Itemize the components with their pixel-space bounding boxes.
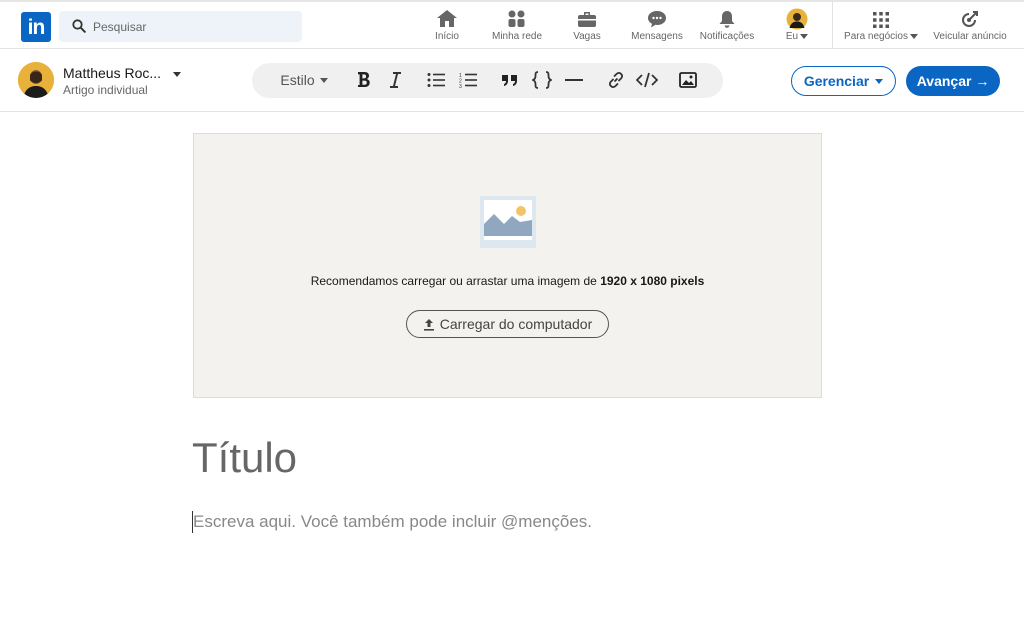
me-avatar <box>786 8 808 30</box>
cover-image-dropzone[interactable]: Recomendamos carregar ou arrastar uma im… <box>193 133 822 398</box>
author-subtitle: Artigo individual <box>63 83 148 97</box>
search-icon <box>72 19 86 33</box>
numbered-list-button[interactable]: 123 <box>456 69 480 91</box>
upload-label: Carregar do computador <box>439 316 593 332</box>
chevron-down-icon <box>319 77 328 83</box>
horizontal-rule-icon <box>565 79 583 81</box>
author-avatar-image <box>18 62 54 98</box>
manage-button[interactable]: Gerenciar <box>791 66 896 96</box>
nav-label: Mensagens <box>631 31 683 42</box>
nav-item-business[interactable]: Para negócios <box>841 2 921 49</box>
bold-icon <box>358 72 370 87</box>
article-title-input[interactable]: Título <box>192 434 297 482</box>
quote-button[interactable] <box>498 69 522 91</box>
nav-item-messaging[interactable]: Mensagens <box>628 2 686 49</box>
search-placeholder: Pesquisar <box>93 20 147 34</box>
global-nav: in Pesquisar Início Minha rede Vagas Men… <box>0 0 1024 49</box>
bulleted-list-icon <box>427 73 445 87</box>
editor-toolbar: Mattheus Roc... Artigo individual Estilo… <box>0 49 1024 112</box>
nav-item-advertise[interactable]: Veicular anúncio <box>928 2 1012 49</box>
nav-item-home[interactable]: Início <box>424 2 470 49</box>
cover-text-prefix: Recomendamos carregar ou arrastar uma im… <box>310 274 601 288</box>
grid-icon <box>873 12 889 28</box>
nav-divider <box>832 2 833 49</box>
chevron-down-icon <box>800 33 809 39</box>
nav-label: Notificações <box>699 31 755 42</box>
search-input[interactable]: Pesquisar <box>59 11 302 42</box>
nav-item-network[interactable]: Minha rede <box>488 2 546 49</box>
embed-button[interactable] <box>634 69 660 91</box>
link-button[interactable] <box>604 69 628 91</box>
style-dropdown[interactable]: Estilo <box>278 69 330 91</box>
chevron-down-icon <box>909 33 918 39</box>
image-button[interactable] <box>676 69 700 91</box>
link-icon <box>608 71 624 89</box>
linkedin-logo[interactable]: in <box>21 12 51 42</box>
bell-icon <box>719 11 735 28</box>
nav-item-me[interactable]: Eu <box>780 2 814 49</box>
bulleted-list-button[interactable] <box>424 69 448 91</box>
divider-button[interactable] <box>562 69 586 91</box>
nav-label: Minha rede <box>491 31 543 42</box>
chevron-down-icon <box>173 71 182 77</box>
briefcase-icon <box>578 12 596 27</box>
messaging-icon <box>648 11 666 28</box>
chevron-down-icon <box>875 78 884 84</box>
nav-label: Eu <box>780 31 814 42</box>
svg-text:3: 3 <box>459 84 462 88</box>
italic-button[interactable] <box>383 69 407 91</box>
next-label: Avançar → <box>916 73 990 89</box>
cover-text-size: 1920 x 1080 pixels <box>600 274 705 288</box>
advertise-icon <box>962 11 978 27</box>
nav-label: Para negócios <box>841 31 921 42</box>
bold-button[interactable] <box>352 69 376 91</box>
nav-item-jobs[interactable]: Vagas <box>566 2 608 49</box>
cover-recommendation: Recomendamos carregar ou arrastar uma im… <box>194 274 821 288</box>
home-icon <box>437 10 457 27</box>
numbered-list-icon: 123 <box>459 73 477 88</box>
image-placeholder-icon <box>480 196 536 248</box>
nav-label: Veicular anúncio <box>933 31 1007 42</box>
text-cursor <box>192 511 193 533</box>
network-icon <box>508 10 525 27</box>
author-name: Mattheus Roc... <box>63 65 162 81</box>
next-button[interactable]: Avançar → <box>906 66 1000 96</box>
quote-icon <box>502 75 517 86</box>
author-selector[interactable]: Mattheus Roc... <box>63 65 182 81</box>
upload-icon <box>423 318 434 331</box>
nav-item-notifications[interactable]: Notificações <box>696 2 758 49</box>
curly-braces-icon <box>532 71 552 89</box>
nav-label: Vagas <box>573 31 601 42</box>
article-body-input[interactable]: Escreva aqui. Você também pode incluir @… <box>193 512 592 532</box>
formatting-toolbar: Estilo 123 <box>252 63 723 98</box>
italic-icon <box>390 72 401 88</box>
upload-from-computer-button[interactable]: Carregar do computador <box>406 310 609 338</box>
manage-label: Gerenciar <box>803 73 870 89</box>
code-embed-icon <box>636 72 658 88</box>
style-label: Estilo <box>280 72 315 88</box>
image-icon <box>679 72 697 88</box>
nav-label: Início <box>435 31 459 42</box>
avatar[interactable] <box>18 62 54 98</box>
code-block-button[interactable] <box>530 69 554 91</box>
